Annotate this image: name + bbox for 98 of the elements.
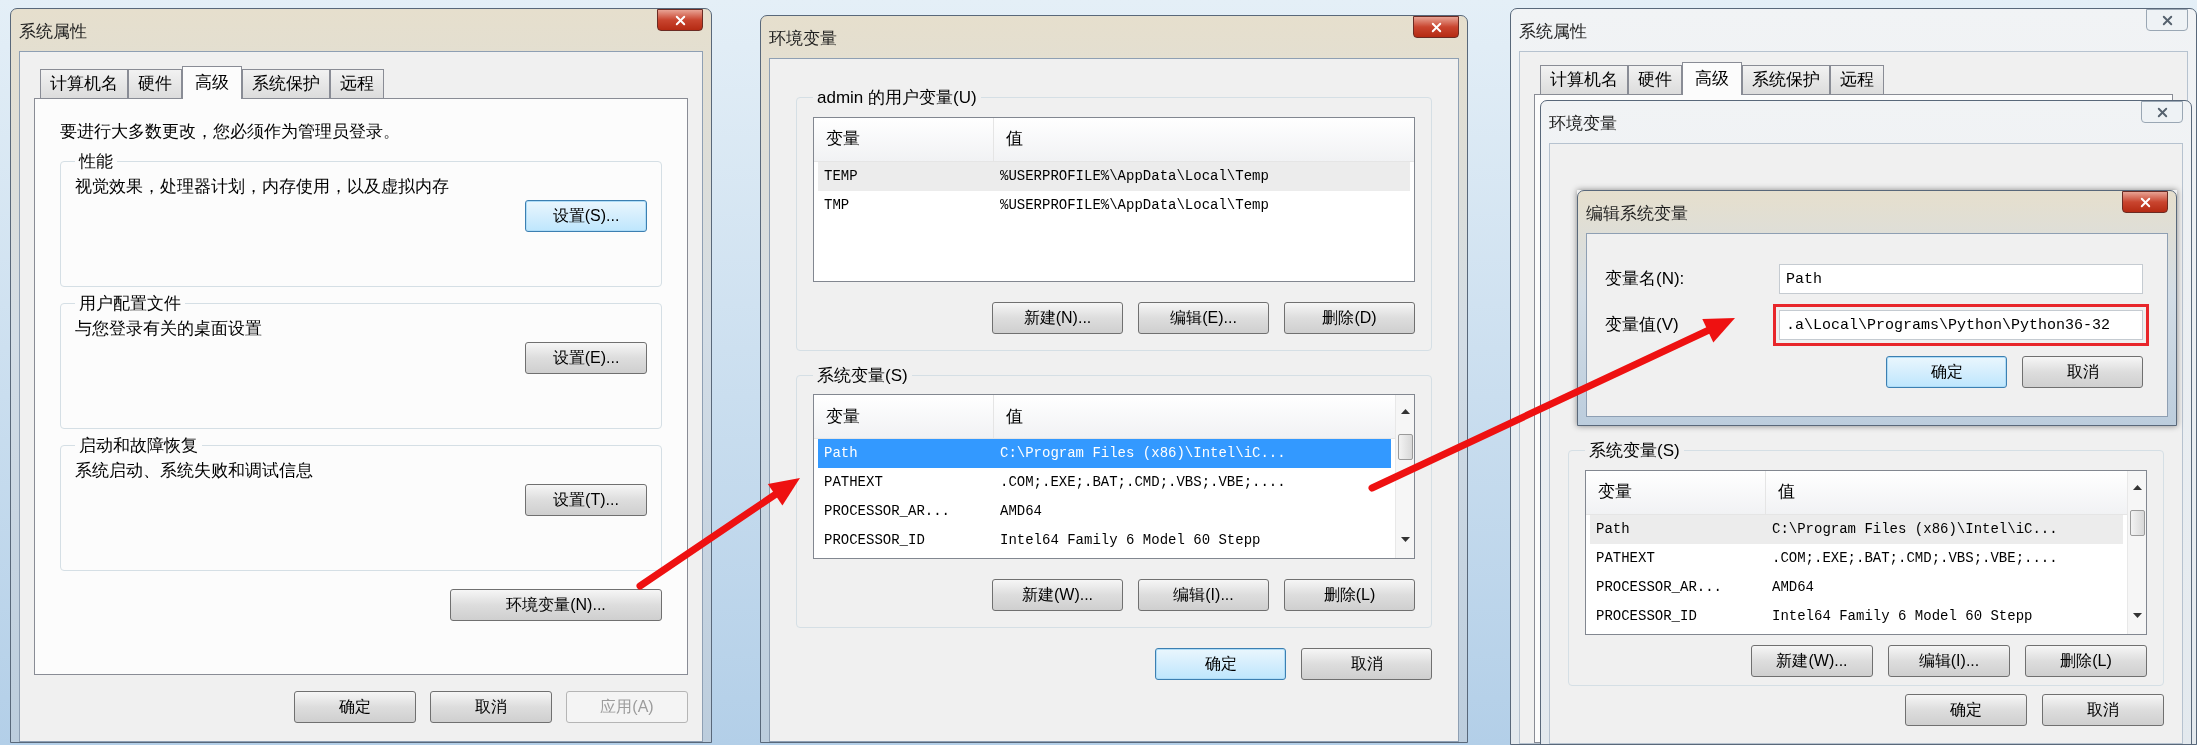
scroll-thumb[interactable]	[1397, 434, 1413, 460]
variable-value: C:\Program Files (x86)\Intel\iC...	[1771, 519, 2059, 539]
column-header[interactable]: 变量	[814, 117, 994, 161]
field-label: 变量值(V)	[1605, 314, 1680, 337]
close-button[interactable]	[1413, 16, 1459, 38]
close-button[interactable]	[657, 9, 703, 31]
tab[interactable]: 计算机名	[1540, 65, 1628, 94]
variable-value: Intel64 Family 6 Model 60 Stepp	[1771, 606, 2034, 626]
tab[interactable]: 高级	[182, 66, 242, 99]
window-title: 编辑系统变量	[1586, 203, 1688, 225]
notice-text: 要进行大多数更改，您必须作为管理员登录。	[60, 121, 401, 143]
tab[interactable]: 硬件	[128, 69, 182, 98]
scrollbar[interactable]	[2127, 470, 2146, 634]
push-button[interactable]: 取消	[1301, 648, 1432, 680]
list-row[interactable]: PROCESSOR_ID Intel64 Family 6 Model 60 Stepp	[1590, 601, 2123, 631]
tab[interactable]: 系统保护	[242, 69, 330, 98]
close-button[interactable]	[2141, 101, 2183, 123]
input-field[interactable]: .a\Local\Programs\Python\Python36-32	[1779, 310, 2143, 340]
list-row[interactable]: Path C:\Program Files (x86)\Intel\iC...	[1590, 514, 2123, 544]
group-title: admin 的用户变量(U)	[816, 87, 978, 109]
variable-name: PROCESSOR_AR...	[823, 502, 952, 521]
push-button[interactable]: 删除(L)	[2025, 644, 2147, 677]
tab[interactable]: 硬件	[1628, 65, 1682, 94]
variable-name: TMP	[823, 195, 851, 215]
up-arrow-icon[interactable]	[1400, 409, 1410, 414]
up-arrow-icon[interactable]	[2132, 484, 2142, 490]
list-row[interactable]: PATHEXT .COM;.EXE;.BAT;.CMD;.VBS;.VBE;....	[818, 468, 1391, 497]
list-row[interactable]: PATHEXT .COM;.EXE;.BAT;.CMD;.VBS;.VBE;....	[1590, 543, 2123, 573]
window-title: 系统属性	[19, 21, 87, 43]
variable-name: PATHEXT	[823, 473, 884, 492]
variable-name: PROCESSOR_ID	[823, 531, 926, 550]
push-button[interactable]: 确定	[1155, 648, 1286, 680]
variable-name: Path	[823, 444, 859, 463]
list-row[interactable]: TEMP %USERPROFILE%\AppData\Local\Temp	[818, 161, 1410, 191]
variable-value: AMD64	[1771, 577, 1815, 597]
variable-name: PROCESSOR_AR...	[1595, 577, 1724, 597]
push-button[interactable]: 环境变量(N)...	[450, 588, 662, 621]
group-title: 用户配置文件	[78, 292, 182, 315]
tab[interactable]: 远程	[330, 69, 384, 98]
push-button[interactable]: 确定	[1886, 356, 2007, 388]
push-button[interactable]: 设置(T)...	[525, 483, 647, 516]
push-button[interactable]: 确定	[1905, 693, 2027, 726]
variable-value: C:\Program Files (x86)\Intel\iC...	[999, 444, 1287, 463]
tab[interactable]: 高级	[1682, 62, 1742, 95]
variable-value: %USERPROFILE%\AppData\Local\Temp	[999, 195, 1270, 215]
column-header[interactable]: 变量	[1586, 470, 1766, 514]
variable-name: PROCESSOR_ID	[1595, 606, 1698, 626]
list-row[interactable]: TMP %USERPROFILE%\AppData\Local\Temp	[818, 190, 1410, 220]
variable-value: .COM;.EXE;.BAT;.CMD;.VBS;.VBE;....	[999, 473, 1287, 492]
variable-name: Path	[1595, 519, 1631, 539]
field-label: 变量名(N):	[1605, 268, 1686, 291]
push-button[interactable]: 取消	[2042, 693, 2164, 726]
scroll-thumb[interactable]	[2129, 509, 2145, 536]
group-description: 视觉效果，处理器计划，内存使用，以及虚拟内存	[75, 176, 450, 198]
push-button[interactable]: 新建(N)...	[992, 301, 1123, 334]
variable-name: TEMP	[823, 166, 859, 186]
down-arrow-icon[interactable]	[1400, 537, 1410, 542]
push-button[interactable]: 取消	[2022, 356, 2143, 388]
variable-value: %USERPROFILE%\AppData\Local\Temp	[999, 166, 1270, 186]
push-button[interactable]: 新建(W)...	[1751, 644, 1873, 677]
tab[interactable]: 远程	[1830, 65, 1884, 94]
window-title: 环境变量	[769, 28, 837, 50]
push-button[interactable]: 编辑(I)...	[1888, 644, 2010, 677]
push-button[interactable]: 确定	[294, 691, 416, 723]
push-button[interactable]: 设置(S)...	[525, 199, 647, 232]
column-header[interactable]: 值	[1766, 470, 2127, 514]
push-button[interactable]: 删除(D)	[1284, 301, 1415, 334]
group-title: 系统变量(S)	[1588, 440, 1681, 462]
group-description: 与您登录有关的桌面设置	[75, 318, 263, 340]
column-header[interactable]: 值	[994, 395, 1395, 438]
column-header[interactable]: 变量	[814, 395, 994, 438]
group-title: 系统变量(S)	[816, 364, 909, 387]
list-row[interactable]: PROCESSOR_AR... AMD64	[1590, 572, 2123, 602]
input-field[interactable]: Path	[1779, 264, 2143, 294]
variable-value: AMD64	[999, 502, 1043, 521]
push-button[interactable]: 设置(E)...	[525, 341, 647, 374]
tab[interactable]: 计算机名	[40, 69, 128, 98]
close-button[interactable]	[2146, 9, 2188, 31]
close-button[interactable]	[2122, 191, 2168, 213]
list-row[interactable]: PROCESSOR_AR... AMD64	[818, 497, 1391, 526]
column-header[interactable]: 值	[994, 117, 1414, 161]
tab[interactable]: 系统保护	[1742, 65, 1830, 94]
variable-name: PATHEXT	[1595, 548, 1656, 568]
scrollbar[interactable]	[1395, 395, 1414, 558]
variable-value: .COM;.EXE;.BAT;.CMD;.VBS;.VBE;....	[1771, 548, 2059, 568]
push-button[interactable]: 删除(L)	[1284, 579, 1415, 611]
push-button[interactable]: 新建(W)...	[992, 579, 1123, 611]
push-button[interactable]: 编辑(E)...	[1138, 301, 1269, 334]
window-title: 系统属性	[1519, 21, 1587, 43]
push-button[interactable]: 编辑(I)...	[1138, 579, 1269, 611]
window-title: 环境变量	[1549, 113, 1617, 135]
down-arrow-icon[interactable]	[2132, 612, 2142, 618]
push-button[interactable]: 取消	[430, 691, 552, 723]
variable-value: Intel64 Family 6 Model 60 Stepp	[999, 531, 1262, 550]
group-title: 启动和故障恢复	[78, 434, 199, 457]
group-description: 系统启动、系统失败和调试信息	[75, 460, 314, 482]
group-title: 性能	[77, 150, 114, 173]
list-row[interactable]: PROCESSOR_ID Intel64 Family 6 Model 60 Stepp	[818, 526, 1391, 555]
